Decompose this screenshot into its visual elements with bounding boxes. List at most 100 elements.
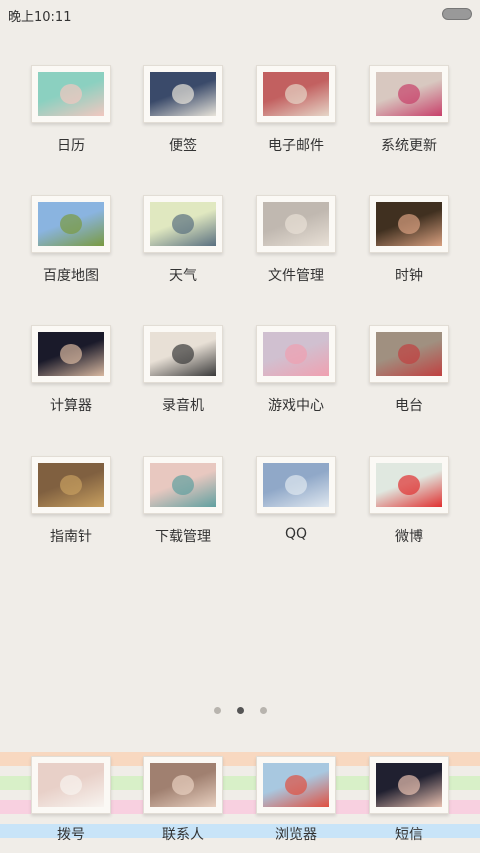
photo-detail xyxy=(285,475,307,495)
photo-detail xyxy=(172,214,194,234)
app-icon-frame xyxy=(31,65,111,123)
photo-detail xyxy=(60,344,82,364)
app-icon-frame xyxy=(31,195,111,253)
app-label: 时钟 xyxy=(395,268,423,284)
photo-detail xyxy=(172,775,194,795)
dock-app-balloons[interactable]: 浏览器 xyxy=(241,756,351,844)
photo-detail xyxy=(172,344,194,364)
photo-detail xyxy=(398,475,420,495)
photo-detail xyxy=(285,84,307,104)
bird-photo-icon xyxy=(376,463,442,507)
mail-photo-icon xyxy=(263,72,329,116)
status-bar: 晚上10:11 xyxy=(0,0,480,28)
app-label: 浏览器 xyxy=(275,827,317,843)
app-mail[interactable]: 电子邮件 xyxy=(241,65,351,155)
photo-detail xyxy=(398,214,420,234)
photo-detail xyxy=(60,775,82,795)
penguin-photo-icon xyxy=(263,463,329,507)
photo-detail xyxy=(285,344,307,364)
dock-app-phone[interactable]: 拨号 xyxy=(16,756,126,844)
app-label: QQ xyxy=(284,526,308,542)
app-label: 联系人 xyxy=(162,827,204,843)
app-icon-frame xyxy=(369,756,449,814)
app-label: 便签 xyxy=(169,138,197,154)
app-icon-frame xyxy=(31,756,111,814)
app-icon-frame xyxy=(143,325,223,383)
app-calendar[interactable]: 日历 xyxy=(16,65,126,155)
app-icon-frame xyxy=(143,456,223,514)
dock-app-hand-2[interactable]: 短信 xyxy=(354,756,464,844)
face-photo-icon xyxy=(150,763,216,807)
photo-detail xyxy=(60,475,82,495)
dock: 拨号 联系人 浏览器 短信 xyxy=(0,752,480,853)
app-label: 游戏中心 xyxy=(268,398,324,414)
photo-detail xyxy=(285,214,307,234)
app-icon-frame xyxy=(143,756,223,814)
app-label: 电台 xyxy=(395,398,423,414)
page-dot[interactable] xyxy=(259,707,267,714)
app-flowers[interactable]: 系统更新 xyxy=(354,65,464,155)
app-note[interactable]: 便签 xyxy=(128,65,238,155)
app-bird[interactable]: 微博 xyxy=(354,456,464,546)
photo-detail xyxy=(172,475,194,495)
app-label: 电子邮件 xyxy=(268,138,324,154)
status-time: 晚上10:11 xyxy=(8,10,72,25)
page-indicator xyxy=(0,699,480,718)
app-icon-frame xyxy=(31,456,111,514)
umbrella-photo-icon xyxy=(150,202,216,246)
page-dot[interactable] xyxy=(213,707,221,714)
app-icon-frame xyxy=(369,456,449,514)
radio-photo-icon xyxy=(376,332,442,376)
app-book[interactable]: 文件管理 xyxy=(241,195,351,285)
balloons-photo-icon xyxy=(263,763,329,807)
app-clock[interactable]: 时钟 xyxy=(354,195,464,285)
app-road[interactable]: 百度地图 xyxy=(16,195,126,285)
app-label: 微博 xyxy=(395,529,423,545)
app-icon-frame xyxy=(143,65,223,123)
app-label: 天气 xyxy=(169,268,197,284)
hand-photo-2-icon xyxy=(376,763,442,807)
app-label: 录音机 xyxy=(162,398,204,414)
cassette-photo-icon xyxy=(150,332,216,376)
app-radio[interactable]: 电台 xyxy=(354,325,464,415)
hand-photo-icon xyxy=(38,332,104,376)
clock-photo-icon xyxy=(376,202,442,246)
app-umbrella[interactable]: 天气 xyxy=(128,195,238,285)
app-icon-frame xyxy=(369,195,449,253)
photo-detail xyxy=(172,84,194,104)
app-label: 拨号 xyxy=(57,827,85,843)
app-label: 指南针 xyxy=(50,529,92,545)
app-flamingo[interactable]: 下载管理 xyxy=(128,456,238,546)
app-icon-frame xyxy=(369,65,449,123)
app-compass[interactable]: 指南针 xyxy=(16,456,126,546)
app-cassette[interactable]: 录音机 xyxy=(128,325,238,415)
calendar-photo-icon xyxy=(38,72,104,116)
app-hand[interactable]: 计算器 xyxy=(16,325,126,415)
app-icon-frame xyxy=(256,65,336,123)
note-photo-icon xyxy=(150,72,216,116)
app-label: 系统更新 xyxy=(381,138,437,154)
cat-photo-icon xyxy=(263,332,329,376)
app-cat[interactable]: 游戏中心 xyxy=(241,325,351,415)
flowers-photo-icon xyxy=(376,72,442,116)
app-penguin[interactable]: QQ xyxy=(241,456,351,542)
app-icon-frame xyxy=(256,325,336,383)
app-icon-frame xyxy=(31,325,111,383)
photo-detail xyxy=(398,344,420,364)
photo-detail xyxy=(398,84,420,104)
app-icon-frame xyxy=(256,756,336,814)
page-dot[interactable] xyxy=(236,707,244,714)
app-icon-frame xyxy=(369,325,449,383)
app-label: 短信 xyxy=(395,827,423,843)
app-label: 计算器 xyxy=(50,398,92,414)
app-icon-frame xyxy=(256,456,336,514)
battery-icon xyxy=(442,8,472,20)
compass-photo-icon xyxy=(38,463,104,507)
phone-photo-icon xyxy=(38,763,104,807)
app-icon-frame xyxy=(143,195,223,253)
app-label: 百度地图 xyxy=(43,268,99,284)
flamingo-photo-icon xyxy=(150,463,216,507)
app-label: 日历 xyxy=(57,138,85,154)
dock-app-face[interactable]: 联系人 xyxy=(128,756,238,844)
photo-detail xyxy=(60,214,82,234)
